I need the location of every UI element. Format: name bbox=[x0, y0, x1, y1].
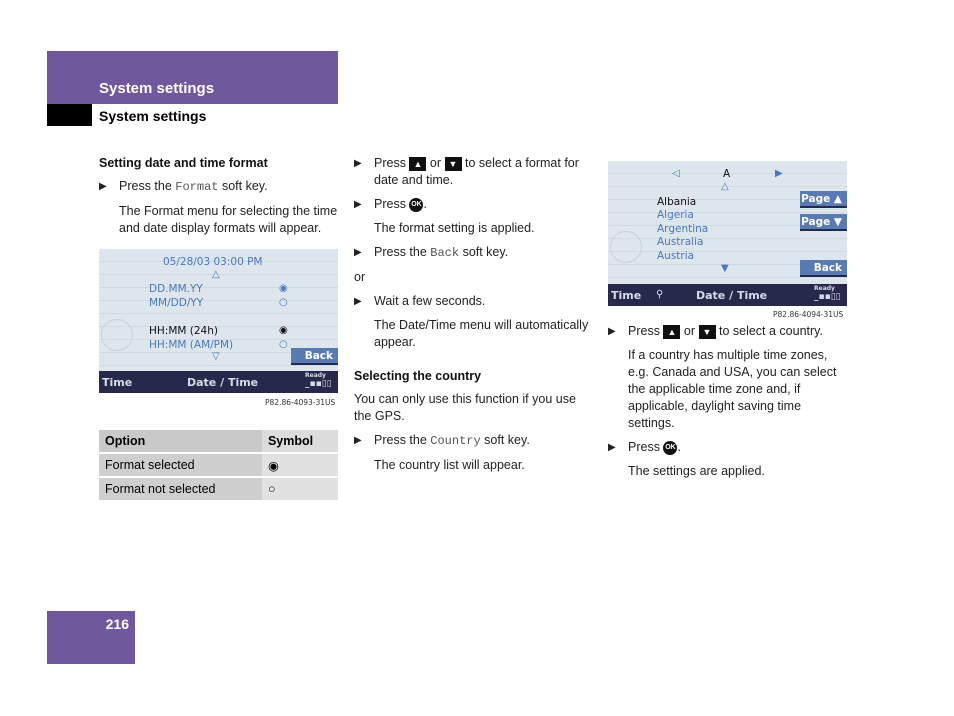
up-key-icon: ▲ bbox=[663, 324, 681, 339]
radio-unselected-icon: ○ bbox=[279, 297, 288, 308]
radio-unselected-icon: ○ bbox=[261, 478, 338, 500]
up-key-icon: ▲ bbox=[409, 156, 427, 171]
heading-selecting-country: Selecting the country bbox=[354, 369, 482, 383]
step: ▶ Press the Back soft key. bbox=[354, 245, 509, 260]
table-header: Option bbox=[99, 430, 262, 452]
softkey-country: Country bbox=[430, 434, 481, 448]
column-3: ▶ Press ▲ or ▼ to select a country. If a … bbox=[608, 323, 848, 487]
format-menu-screen: 05/28/03 03:00 PM △ DD.MM.YY ◉ MM/DD/YY … bbox=[99, 249, 338, 393]
screen-footer: Time ⚲ Date / Time Ready _▪▪▯▯ bbox=[608, 284, 847, 306]
step-result: The settings are applied. bbox=[628, 464, 765, 478]
table-row: Format not selected ○ bbox=[99, 478, 338, 500]
bullet-arrow-icon: ▶ bbox=[354, 247, 362, 258]
country-item[interactable]: Austria bbox=[657, 250, 694, 262]
heading-date-time-format: Setting date and time format bbox=[99, 156, 268, 170]
manual-page: System settings System settings Setting … bbox=[0, 0, 954, 716]
figure-code: P82.86-4094-31US bbox=[773, 310, 844, 319]
footer-date-time[interactable]: Date / Time bbox=[696, 289, 767, 302]
step: ▶ Press the Country soft key. bbox=[354, 433, 530, 448]
ok-key-icon: OK bbox=[663, 440, 678, 455]
table-header: Symbol bbox=[261, 430, 338, 452]
softkey-format: Format bbox=[175, 180, 219, 194]
letter-left-icon[interactable]: ◁ bbox=[672, 168, 680, 179]
scroll-up-icon: △ bbox=[721, 181, 729, 192]
bullet-arrow-icon: ▶ bbox=[608, 442, 616, 453]
footer-time[interactable]: Time bbox=[611, 289, 641, 302]
step-result: The format setting is applied. bbox=[374, 221, 535, 235]
figure-code: P82.86-4093-31US bbox=[265, 398, 336, 407]
page-down-softkey[interactable]: Page ▼ bbox=[800, 214, 847, 231]
table-cell: Format not selected bbox=[99, 478, 262, 500]
page-number: 216 bbox=[105, 616, 129, 632]
country-item[interactable]: Albania bbox=[657, 196, 696, 208]
back-softkey[interactable]: Back bbox=[800, 260, 847, 277]
step: ▶ Press OK. bbox=[608, 440, 681, 455]
format-option-ddmmyy[interactable]: DD.MM.YY bbox=[149, 283, 203, 295]
current-letter: A bbox=[723, 168, 731, 180]
bullet-arrow-icon: ▶ bbox=[354, 435, 362, 446]
step-result: The Date/Time menu will automatically ap… bbox=[374, 318, 589, 349]
step: ▶ Wait a few seconds. bbox=[354, 294, 486, 308]
step-result: If a country has multiple time zones, e.… bbox=[628, 348, 837, 430]
country-item[interactable]: Algeria bbox=[657, 209, 694, 221]
bullet-arrow-icon: ▶ bbox=[99, 181, 107, 192]
page-number-box: 216 bbox=[47, 611, 135, 664]
screen-datetime: 05/28/03 03:00 PM bbox=[163, 256, 263, 268]
mercedes-star-icon bbox=[610, 231, 642, 263]
footer-time[interactable]: Time bbox=[102, 376, 132, 389]
scroll-up-icon: △ bbox=[212, 269, 220, 280]
column-1: Setting date and time format ▶ Press the … bbox=[99, 155, 339, 244]
step-result: The Format menu for selecting the time a… bbox=[119, 204, 338, 235]
bullet-arrow-icon: ▶ bbox=[354, 296, 362, 307]
table-row: Format selected ◉ bbox=[99, 454, 338, 476]
mercedes-star-icon bbox=[101, 319, 133, 351]
step: ▶ Press ▲ or ▼ to select a country. bbox=[608, 324, 823, 339]
symbol-table: Option Symbol Format selected ◉ Format n… bbox=[99, 428, 338, 502]
footer-date-time[interactable]: Date / Time bbox=[187, 376, 258, 389]
subsection-title: System settings bbox=[99, 108, 207, 124]
step: ▶ Press the Format soft key. bbox=[99, 179, 268, 194]
country-item[interactable]: Argentina bbox=[657, 223, 708, 235]
step: ▶ Press ▲ or ▼ to select a format for dat… bbox=[354, 156, 579, 187]
table-header-row: Option Symbol bbox=[99, 430, 338, 452]
bullet-arrow-icon: ▶ bbox=[608, 326, 616, 337]
or-text: or bbox=[354, 270, 366, 284]
softkey-back: Back bbox=[430, 246, 460, 260]
format-option-24h[interactable]: HH:MM (24h) bbox=[149, 325, 218, 337]
step: ▶ Press OK. bbox=[354, 197, 427, 212]
page-up-softkey[interactable]: Page ▲ bbox=[800, 191, 847, 208]
step-result: The country list will appear. bbox=[374, 458, 525, 472]
letter-right-icon[interactable]: ▶ bbox=[775, 168, 783, 179]
format-option-ampm[interactable]: HH:MM (AM/PM) bbox=[149, 339, 233, 351]
scroll-down-icon: ▼ bbox=[721, 263, 729, 274]
down-key-icon: ▼ bbox=[444, 156, 462, 171]
section-title: System settings bbox=[99, 80, 215, 97]
radio-selected-icon: ◉ bbox=[261, 454, 338, 476]
bullet-arrow-icon: ▶ bbox=[354, 158, 362, 169]
ok-key-icon: OK bbox=[409, 197, 424, 212]
intro-text: You can only use this function if you us… bbox=[354, 392, 576, 423]
table-cell: Format selected bbox=[99, 454, 262, 476]
country-list-screen: ◁ A ▶ △ Albania Algeria Argentina Austra… bbox=[608, 161, 847, 306]
radio-selected-icon: ◉ bbox=[279, 325, 288, 336]
scroll-down-icon: ▽ bbox=[212, 351, 220, 362]
section-marker bbox=[47, 104, 92, 126]
status-ready: Ready bbox=[814, 285, 835, 292]
status-ready: Ready bbox=[305, 372, 326, 379]
country-item[interactable]: Australia bbox=[657, 236, 703, 248]
bullet-arrow-icon: ▶ bbox=[354, 199, 362, 210]
column-2: ▶ Press ▲ or ▼ to select a format for dat… bbox=[354, 155, 594, 481]
back-softkey[interactable]: Back bbox=[291, 348, 338, 365]
down-key-icon: ▼ bbox=[698, 324, 716, 339]
format-option-mmddyy[interactable]: MM/DD/YY bbox=[149, 297, 203, 309]
satellite-icon: ⚲ bbox=[656, 289, 664, 300]
signal-strength-icon: _▪▪▯▯ bbox=[814, 292, 841, 302]
section-header: System settings bbox=[47, 51, 338, 104]
radio-selected-icon: ◉ bbox=[279, 283, 288, 294]
signal-strength-icon: _▪▪▯▯ bbox=[305, 379, 332, 389]
screen-footer: Time Date / Time Ready _▪▪▯▯ bbox=[99, 371, 338, 393]
radio-unselected-icon: ○ bbox=[279, 339, 288, 350]
